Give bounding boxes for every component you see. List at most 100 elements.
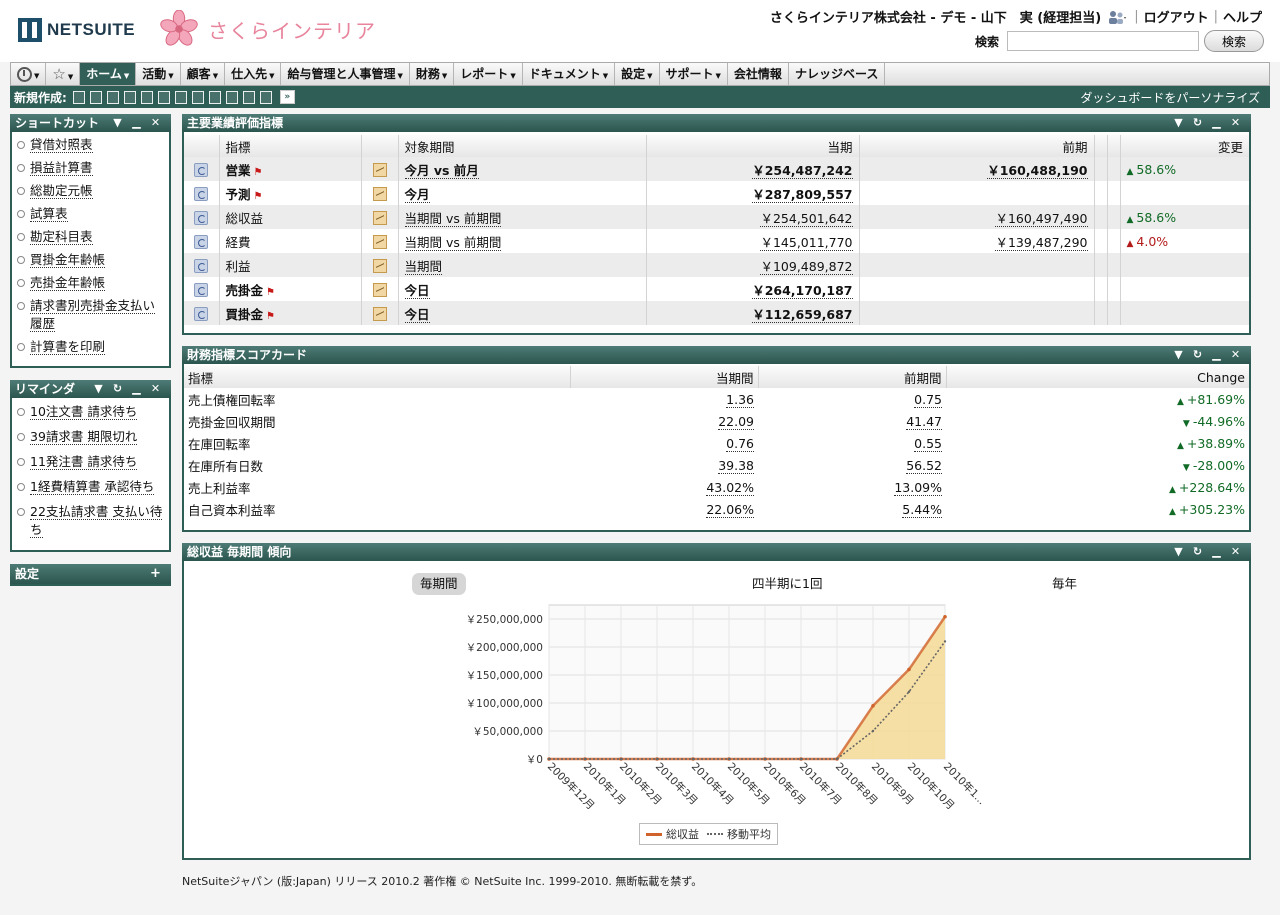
refresh-icon[interactable]: ↻	[1188, 114, 1207, 132]
chevron-down-icon[interactable]: ▼	[1169, 543, 1188, 561]
scorecard-current[interactable]: 0.76	[726, 435, 754, 452]
refresh-icon[interactable]	[194, 258, 209, 273]
chevron-down-icon[interactable]: ▼	[89, 380, 108, 398]
kpi-current-value[interactable]: ￥254,501,642	[760, 210, 853, 227]
new-group-icon[interactable]	[157, 90, 170, 104]
refresh-icon[interactable]	[194, 210, 209, 225]
refresh-icon[interactable]: ↻	[1188, 346, 1207, 364]
user-switch-icon[interactable]	[1107, 10, 1127, 24]
minimize-icon[interactable]: ▁	[1207, 114, 1226, 132]
nav-vendors[interactable]: 仕入先 ▼	[225, 63, 282, 85]
kpi-period[interactable]: 当期間	[404, 258, 443, 275]
close-icon[interactable]: ✕	[146, 380, 165, 398]
refresh-icon[interactable]	[194, 282, 209, 297]
chevron-down-icon[interactable]: ▼	[1169, 114, 1188, 132]
minimize-icon[interactable]: ▁	[1207, 346, 1226, 364]
kpi-current-value[interactable]: ￥254,487,242	[752, 162, 853, 179]
new-document-icon[interactable]	[191, 90, 204, 104]
netsuite-logo[interactable]: NETSUITE	[18, 18, 135, 42]
new-note-icon[interactable]	[208, 90, 221, 104]
nav-company-info[interactable]: 会社情報	[728, 63, 789, 85]
nav-financial[interactable]: 財務 ▼	[410, 63, 455, 85]
refresh-icon[interactable]: ↻	[108, 380, 127, 398]
scorecard-current[interactable]: 22.09	[718, 413, 754, 430]
close-icon[interactable]: ✕	[1226, 346, 1245, 364]
close-icon[interactable]: ✕	[1226, 114, 1245, 132]
list-item[interactable]: 1経費精算書 承認待ち	[16, 478, 165, 496]
trend-graph-icon[interactable]	[372, 186, 387, 201]
list-item[interactable]: 買掛金年齢帳	[16, 251, 165, 269]
refresh-icon[interactable]	[194, 162, 209, 177]
refresh-icon[interactable]	[194, 186, 209, 201]
trend-graph-icon[interactable]	[372, 282, 387, 297]
kpi-period[interactable]: 今月 vs 前月	[404, 162, 479, 179]
personalize-dashboard-link[interactable]: ダッシュボードをパーソナライズ	[1080, 89, 1260, 106]
refresh-icon[interactable]: ↻	[1188, 543, 1207, 561]
search-input[interactable]	[1007, 31, 1199, 51]
nav-support[interactable]: サポート ▼	[660, 63, 728, 85]
kpi-previous-value[interactable]: ￥160,497,490	[995, 210, 1088, 227]
new-chart-icon[interactable]	[242, 90, 255, 104]
new-event-icon[interactable]	[123, 90, 136, 104]
favorites-menu[interactable]: ☆ ▼	[46, 63, 81, 85]
scorecard-current[interactable]: 22.06%	[706, 501, 754, 518]
more-icon[interactable]: »	[279, 90, 295, 104]
new-task-icon[interactable]	[106, 90, 119, 104]
list-item[interactable]: 10注文書 請求待ち	[16, 403, 165, 421]
list-item[interactable]: 請求書別売掛金支払い履歴	[16, 297, 165, 333]
nav-customers[interactable]: 顧客 ▼	[181, 63, 226, 85]
list-item[interactable]: 勘定科目表	[16, 228, 165, 246]
nav-payroll-hr[interactable]: 給与管理と人事管理 ▼	[281, 63, 410, 85]
nav-home[interactable]: ホーム ▼	[80, 63, 137, 85]
kpi-period[interactable]: 当期間 vs 前期間	[404, 234, 502, 251]
kpi-period[interactable]: 今日	[404, 282, 430, 299]
kpi-current-value[interactable]: ￥109,489,872	[760, 258, 853, 275]
list-item[interactable]: 11発注書 請求待ち	[16, 453, 165, 471]
kpi-period[interactable]: 当期間 vs 前期間	[404, 210, 502, 227]
scorecard-previous[interactable]: 5.44%	[902, 501, 942, 518]
list-item[interactable]: 22支払請求書 支払い待ち	[16, 503, 165, 539]
nav-knowledge-base[interactable]: ナレッジベース	[789, 63, 886, 85]
kpi-period[interactable]: 今月	[404, 186, 430, 203]
tab-yearly[interactable]: 毎年	[1044, 573, 1085, 595]
list-item[interactable]: 39請求書 期限切れ	[16, 428, 165, 446]
scorecard-previous[interactable]: 56.52	[906, 457, 942, 474]
plus-icon[interactable]: +	[146, 564, 165, 584]
tab-quarterly[interactable]: 四半期に1回	[744, 573, 830, 595]
new-item-icon[interactable]	[174, 90, 187, 104]
kpi-period[interactable]: 今日	[404, 306, 430, 323]
trend-graph-icon[interactable]	[372, 162, 387, 177]
trend-graph-icon[interactable]	[372, 306, 387, 321]
scorecard-previous[interactable]: 41.47	[906, 413, 942, 430]
kpi-current-value[interactable]: ￥264,170,187	[752, 282, 853, 299]
new-contact-icon[interactable]	[140, 90, 153, 104]
list-item[interactable]: 損益計算書	[16, 159, 165, 177]
trend-graph-icon[interactable]	[372, 258, 387, 273]
kpi-current-value[interactable]: ￥112,659,687	[752, 306, 853, 323]
chevron-down-icon[interactable]: ▼	[108, 114, 127, 132]
refresh-icon[interactable]	[194, 306, 209, 321]
search-button[interactable]: 検索	[1204, 30, 1264, 52]
close-icon[interactable]: ✕	[146, 114, 165, 132]
scorecard-current[interactable]: 43.02%	[706, 479, 754, 496]
kpi-previous-value[interactable]: ￥139,487,290	[995, 234, 1088, 251]
minimize-icon[interactable]: ▁	[127, 380, 146, 398]
scorecard-previous[interactable]: 0.55	[914, 435, 942, 452]
list-item[interactable]: 総勘定元帳	[16, 182, 165, 200]
scorecard-previous[interactable]: 13.09%	[894, 479, 942, 496]
trend-graph-icon[interactable]	[372, 234, 387, 249]
nav-activities[interactable]: 活動 ▼	[136, 63, 181, 85]
nav-setup[interactable]: 設定 ▼	[615, 63, 660, 85]
new-record-icon[interactable]	[72, 90, 85, 104]
recent-records-menu[interactable]: ▼	[11, 63, 47, 85]
close-icon[interactable]: ✕	[1226, 543, 1245, 561]
list-item[interactable]: 試算表	[16, 205, 165, 223]
nav-reports[interactable]: レポート ▼	[454, 63, 523, 85]
tab-per-period[interactable]: 毎期間	[412, 573, 466, 595]
help-link[interactable]: ヘルプ	[1223, 7, 1262, 26]
kpi-current-value[interactable]: ￥145,011,770	[760, 234, 853, 251]
nav-documents[interactable]: ドキュメント ▼	[523, 63, 616, 85]
kpi-current-value[interactable]: ￥287,809,557	[752, 186, 853, 203]
list-item[interactable]: 売掛金年齢帳	[16, 274, 165, 292]
minimize-icon[interactable]: ▁	[127, 114, 146, 132]
